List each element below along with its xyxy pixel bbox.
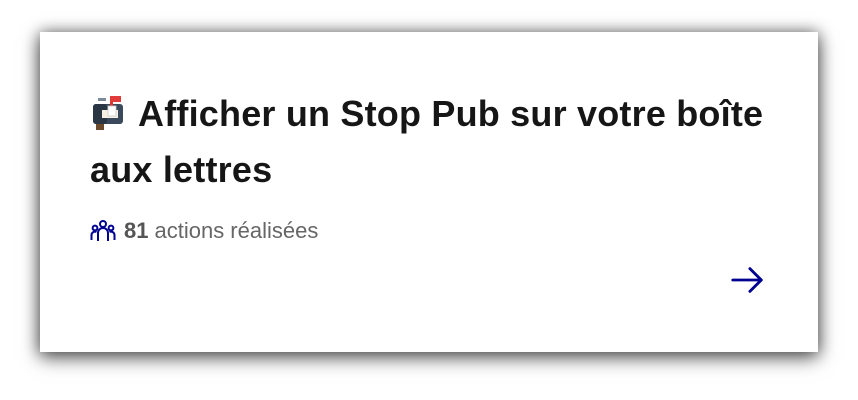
actions-count-label: actions réalisées [154,218,319,243]
action-card[interactable]: Afficher un Stop Pub sur votre boîte aux… [40,32,818,352]
open-action-button[interactable] [728,260,768,300]
people-group-icon [90,220,116,241]
card-title: Afficher un Stop Pub sur votre boîte aux… [90,86,768,198]
mailbox-with-flag-icon [90,90,128,130]
actions-count: 81 actions réalisées [90,218,768,244]
actions-count-value: 81 [124,218,149,243]
arrow-right-icon [731,267,763,293]
